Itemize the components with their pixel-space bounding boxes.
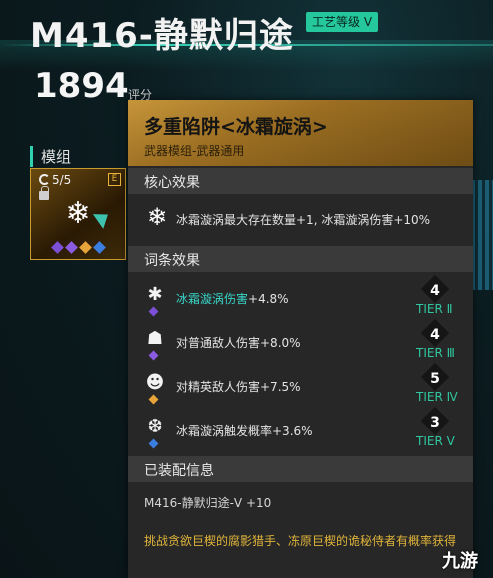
module-card[interactable]: 5/5 E ❄ bbox=[30, 168, 126, 260]
equip-info-header: 已装配信息 bbox=[128, 456, 473, 482]
module-section-title: 模组 bbox=[30, 146, 71, 167]
module-count: 5/5 bbox=[39, 173, 71, 187]
affix-effect-header: 词条效果 bbox=[128, 246, 473, 272]
affix-pip bbox=[148, 306, 159, 317]
source-text: 挑战贪欲巨楔的腐影猎手、冻原巨楔的诡秘侍者有概率获得 bbox=[144, 534, 457, 548]
core-effect-title: 核心效果 bbox=[144, 175, 200, 191]
tier-label: TIER Ⅳ bbox=[416, 390, 458, 404]
tier-value: 4 bbox=[422, 280, 448, 302]
affix-text: 对精英敌人伤害+7.5% bbox=[176, 380, 301, 394]
gem-row bbox=[51, 241, 106, 254]
affix-value: +4.8% bbox=[248, 292, 289, 306]
detail-header: 多重陷阱<冰霜旋涡> 武器模组-武器通用 bbox=[128, 100, 473, 166]
refresh-icon bbox=[39, 174, 50, 185]
affix-pip bbox=[148, 350, 159, 361]
snowflake-icon: ❄ bbox=[146, 203, 168, 231]
affix-row: ✱ 冰霜漩涡伤害+4.8% 4 TIER Ⅱ bbox=[128, 280, 473, 320]
module-type: 武器模组-武器通用 bbox=[144, 144, 245, 158]
frost-icon: ✱ bbox=[147, 284, 163, 305]
affix-text: 对普通敌人伤害+8.0% bbox=[176, 336, 301, 350]
background-panel bbox=[471, 180, 493, 290]
core-effect-text: 冰霜漩涡最大存在数量+1, 冰霜漩涡伤害+10% bbox=[176, 213, 431, 227]
watermark-logo: 九游 bbox=[442, 551, 478, 572]
equip-info-title: 已装配信息 bbox=[144, 463, 214, 479]
module-detail-panel: 多重陷阱<冰霜旋涡> 武器模组-武器通用 核心效果 ❄ 冰霜漩涡最大存在数量+1… bbox=[128, 100, 473, 578]
tier-label: TIER Ⅴ bbox=[416, 434, 455, 448]
affix-row: ❆ 冰霜漩涡触发概率+3.6% 3 TIER Ⅴ bbox=[128, 412, 473, 452]
lock-icon bbox=[39, 186, 49, 200]
gem-icon bbox=[65, 241, 78, 254]
equip-info-text: M416-静默归途-V +10 bbox=[144, 496, 272, 510]
elite-mask-icon: ☻ bbox=[145, 372, 165, 393]
tier-value: 3 bbox=[422, 412, 448, 434]
module-count-value: 5/5 bbox=[52, 173, 72, 187]
affix-pip bbox=[148, 438, 159, 449]
grade-tag: E bbox=[108, 173, 121, 186]
gem-icon bbox=[93, 241, 106, 254]
tier-value: 4 bbox=[422, 324, 448, 346]
affix-row: ☻ 对精英敌人伤害+7.5% 5 TIER Ⅳ bbox=[128, 368, 473, 408]
affix-effect-title: 词条效果 bbox=[144, 253, 200, 269]
flame-mask-icon: ☗ bbox=[146, 328, 164, 349]
tier-label: TIER Ⅲ bbox=[416, 346, 455, 360]
affix-highlight: 冰霜漩涡伤害 bbox=[176, 292, 249, 306]
affix-row: ☗ 对普通敌人伤害+8.0% 4 TIER Ⅲ bbox=[128, 324, 473, 364]
snowflake-icon: ❄ bbox=[65, 196, 91, 231]
core-effect-header: 核心效果 bbox=[128, 168, 473, 194]
frost-trigger-icon: ❆ bbox=[147, 416, 163, 437]
craft-level-badge: 工艺等级 V bbox=[306, 12, 379, 32]
affix-text: 冰霜漩涡触发概率+3.6% bbox=[176, 424, 313, 438]
affix-pip bbox=[148, 394, 159, 405]
affix-text: 冰霜漩涡伤害+4.8% bbox=[176, 290, 289, 307]
gem-icon bbox=[79, 241, 92, 254]
module-name: 多重陷阱<冰霜旋涡> bbox=[144, 116, 328, 138]
tier-label: TIER Ⅱ bbox=[416, 302, 453, 316]
score-value: 1894 bbox=[34, 66, 129, 106]
tier-value: 5 bbox=[422, 368, 448, 390]
weapon-title: M416-静默归途 bbox=[30, 16, 294, 56]
gem-icon bbox=[51, 241, 64, 254]
